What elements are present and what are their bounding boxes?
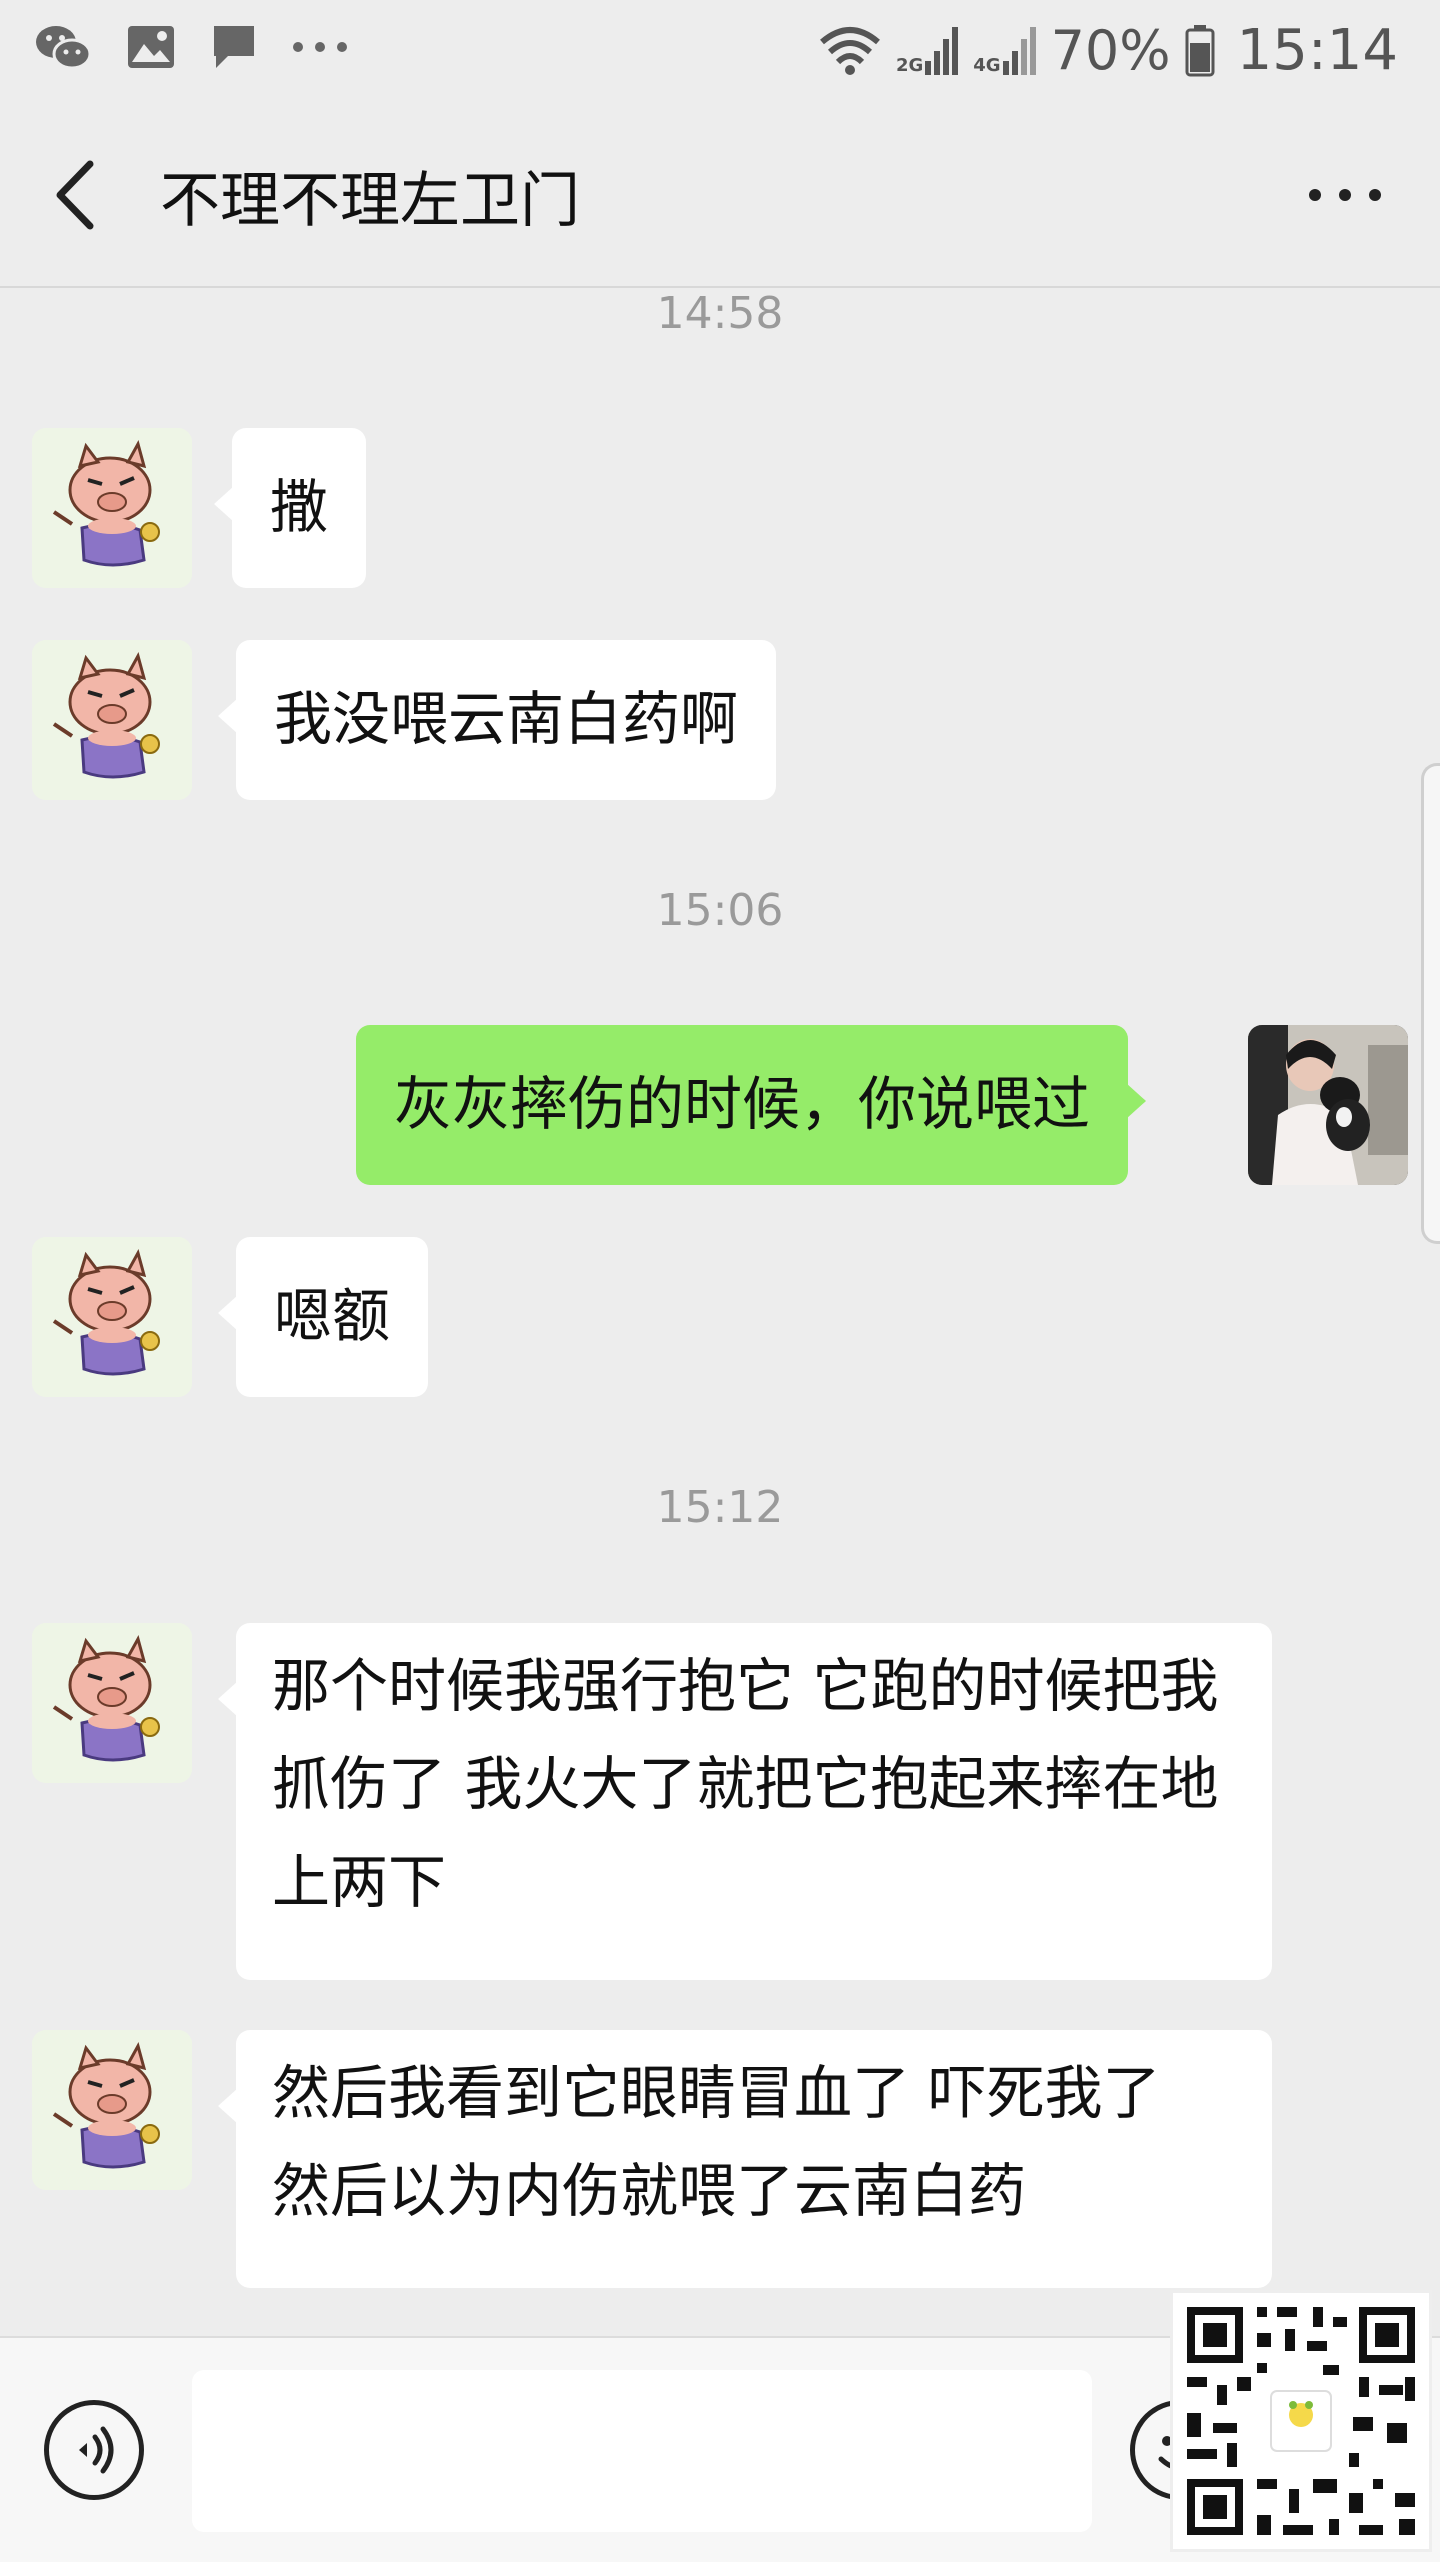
clock: 15:14: [1236, 18, 1398, 83]
message-icon: [214, 26, 254, 68]
battery-percent: 70%: [1050, 19, 1171, 82]
contact-avatar[interactable]: [32, 640, 192, 800]
timestamp: 15:12: [656, 1482, 784, 1533]
received-message[interactable]: 然后我看到它眼睛冒血了 吓死我了 然后以为内伤就喂了云南白药: [218, 2030, 1272, 2288]
pig-avatar-icon: [32, 1623, 192, 1783]
scroll-indicator[interactable]: [1421, 763, 1440, 1244]
voice-icon: [79, 2426, 114, 2474]
signal-4g: 4G: [973, 26, 1036, 76]
signal-icon: [1002, 26, 1036, 75]
pig-avatar-icon: [32, 428, 192, 588]
my-avatar[interactable]: [1248, 1025, 1408, 1185]
received-message[interactable]: 嗯额: [217, 1237, 429, 1397]
status-bar: 2G 4G 70% 15:14: [0, 0, 1440, 100]
chat-menu-button[interactable]: [1300, 170, 1390, 220]
pig-avatar-icon: [32, 1237, 192, 1397]
contact-avatar[interactable]: [32, 428, 192, 588]
message-input[interactable]: [192, 2370, 1092, 2532]
back-button[interactable]: [40, 150, 120, 240]
network-4g-label: 4G: [973, 54, 1001, 76]
status-notifications: [34, 22, 348, 72]
timestamp: 15:06: [656, 885, 784, 936]
contact-avatar[interactable]: [32, 1623, 192, 1783]
qr-code-watermark: [1170, 2290, 1432, 2552]
received-message[interactable]: 那个时候我强行抱它 它跑的时候把我抓伤了 我火大了就把它抱起来摔在地上两下: [218, 1623, 1272, 1980]
more-dots-icon: [293, 42, 347, 52]
contact-avatar[interactable]: [32, 1237, 192, 1397]
chat-header: 不理不理左卫门: [0, 100, 1440, 288]
menu-more-icon: [1309, 189, 1381, 201]
timestamp: 14:58: [656, 288, 784, 339]
received-message[interactable]: 撒: [213, 428, 367, 588]
wifi-icon: [820, 26, 880, 75]
wechat-icon: [36, 26, 92, 70]
received-message[interactable]: 我没喂云南白药啊: [217, 640, 777, 800]
chat-title: 不理不理左卫门: [160, 166, 580, 236]
back-arrow-icon: [56, 160, 94, 230]
gallery-icon: [128, 26, 174, 68]
signal-2g: 2G: [895, 26, 959, 76]
network-2g-label: 2G: [895, 54, 924, 76]
signal-icon: [925, 26, 959, 75]
voice-button[interactable]: [44, 2400, 144, 2500]
qr-code-icon: [1173, 2293, 1429, 2549]
pig-avatar-icon: [32, 2030, 192, 2190]
user-photo-icon: [1248, 1025, 1408, 1185]
message-list[interactable]: 14:58 撒 我没喂云南白药啊 15:06 灰灰摔伤的时候，你说喂过 嗯额 1…: [0, 288, 1440, 2336]
status-indicators: 2G 4G 70% 15:14: [818, 18, 1398, 83]
battery-icon: [1185, 24, 1215, 76]
contact-avatar[interactable]: [32, 2030, 192, 2190]
sent-message[interactable]: 灰灰摔伤的时候，你说喂过: [356, 1025, 1147, 1185]
pig-avatar-icon: [32, 640, 192, 800]
